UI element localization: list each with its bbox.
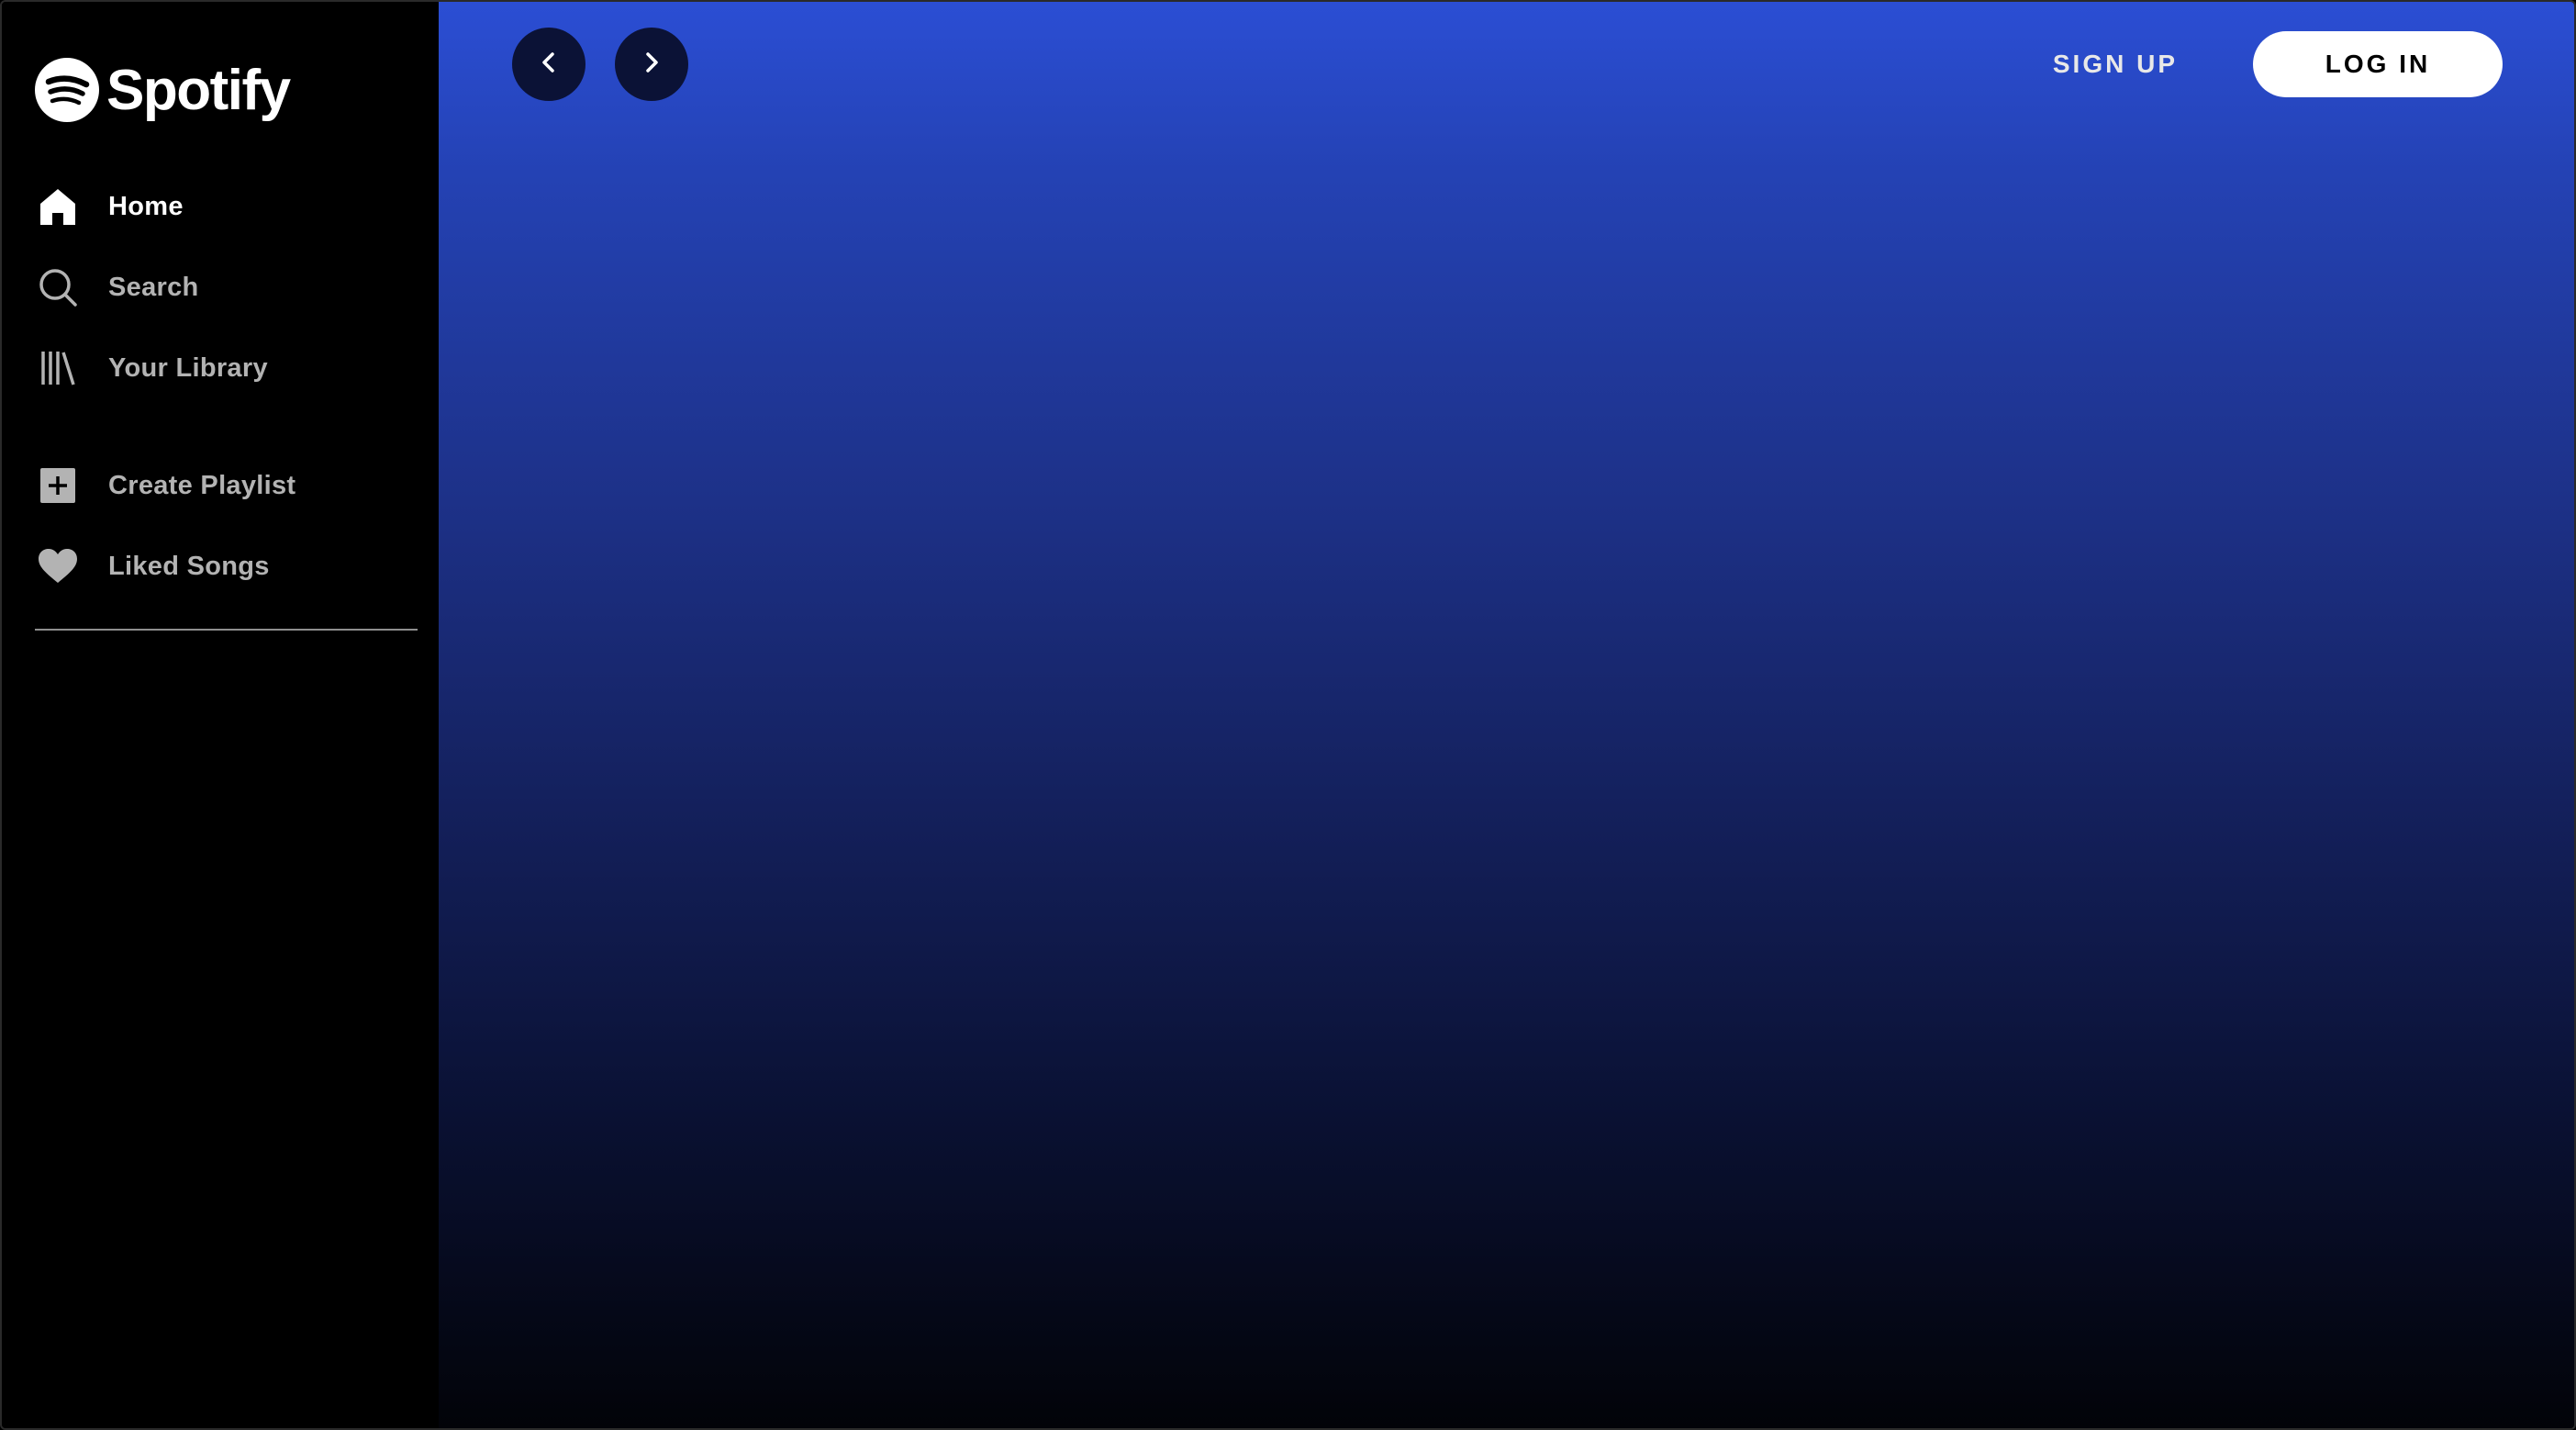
forward-button[interactable] bbox=[615, 28, 688, 101]
main-content: SIGN UP LOG IN bbox=[439, 2, 2574, 1428]
app-window: Spotify Home Search Your Library Create … bbox=[0, 0, 2576, 1430]
nav-item-label: Home bbox=[108, 191, 184, 221]
nav-item-search[interactable]: Search bbox=[2, 247, 439, 328]
main-nav: Home Search Your Library bbox=[2, 166, 439, 408]
history-nav bbox=[512, 28, 688, 101]
back-button[interactable] bbox=[512, 28, 585, 101]
home-icon bbox=[37, 185, 79, 228]
sidebar-divider bbox=[35, 629, 418, 631]
spotify-logo[interactable]: Spotify bbox=[2, 55, 439, 125]
brand-name: Spotify bbox=[106, 58, 291, 122]
heart-icon bbox=[37, 545, 79, 587]
liked-songs-button[interactable]: Liked Songs bbox=[2, 526, 439, 607]
sidebar: Spotify Home Search Your Library Create … bbox=[2, 2, 439, 1428]
spotify-logo-icon bbox=[35, 58, 99, 122]
auth-buttons: SIGN UP LOG IN bbox=[2053, 31, 2503, 97]
nav-item-label: Your Library bbox=[108, 352, 268, 383]
liked-songs-label: Liked Songs bbox=[108, 551, 270, 581]
chevron-left-icon bbox=[536, 50, 562, 80]
library-icon bbox=[37, 347, 79, 389]
chevron-right-icon bbox=[639, 50, 664, 80]
top-bar: SIGN UP LOG IN bbox=[512, 28, 2503, 101]
plus-square-icon bbox=[37, 464, 79, 507]
playlist-actions: Create Playlist Liked Songs bbox=[2, 445, 439, 607]
log-in-button[interactable]: LOG IN bbox=[2253, 31, 2503, 97]
nav-item-home[interactable]: Home bbox=[2, 166, 439, 247]
search-icon bbox=[37, 266, 79, 308]
sign-up-button[interactable]: SIGN UP bbox=[2053, 50, 2178, 79]
create-playlist-button[interactable]: Create Playlist bbox=[2, 445, 439, 526]
nav-item-library[interactable]: Your Library bbox=[2, 328, 439, 408]
create-playlist-label: Create Playlist bbox=[108, 470, 296, 500]
nav-item-label: Search bbox=[108, 272, 199, 302]
